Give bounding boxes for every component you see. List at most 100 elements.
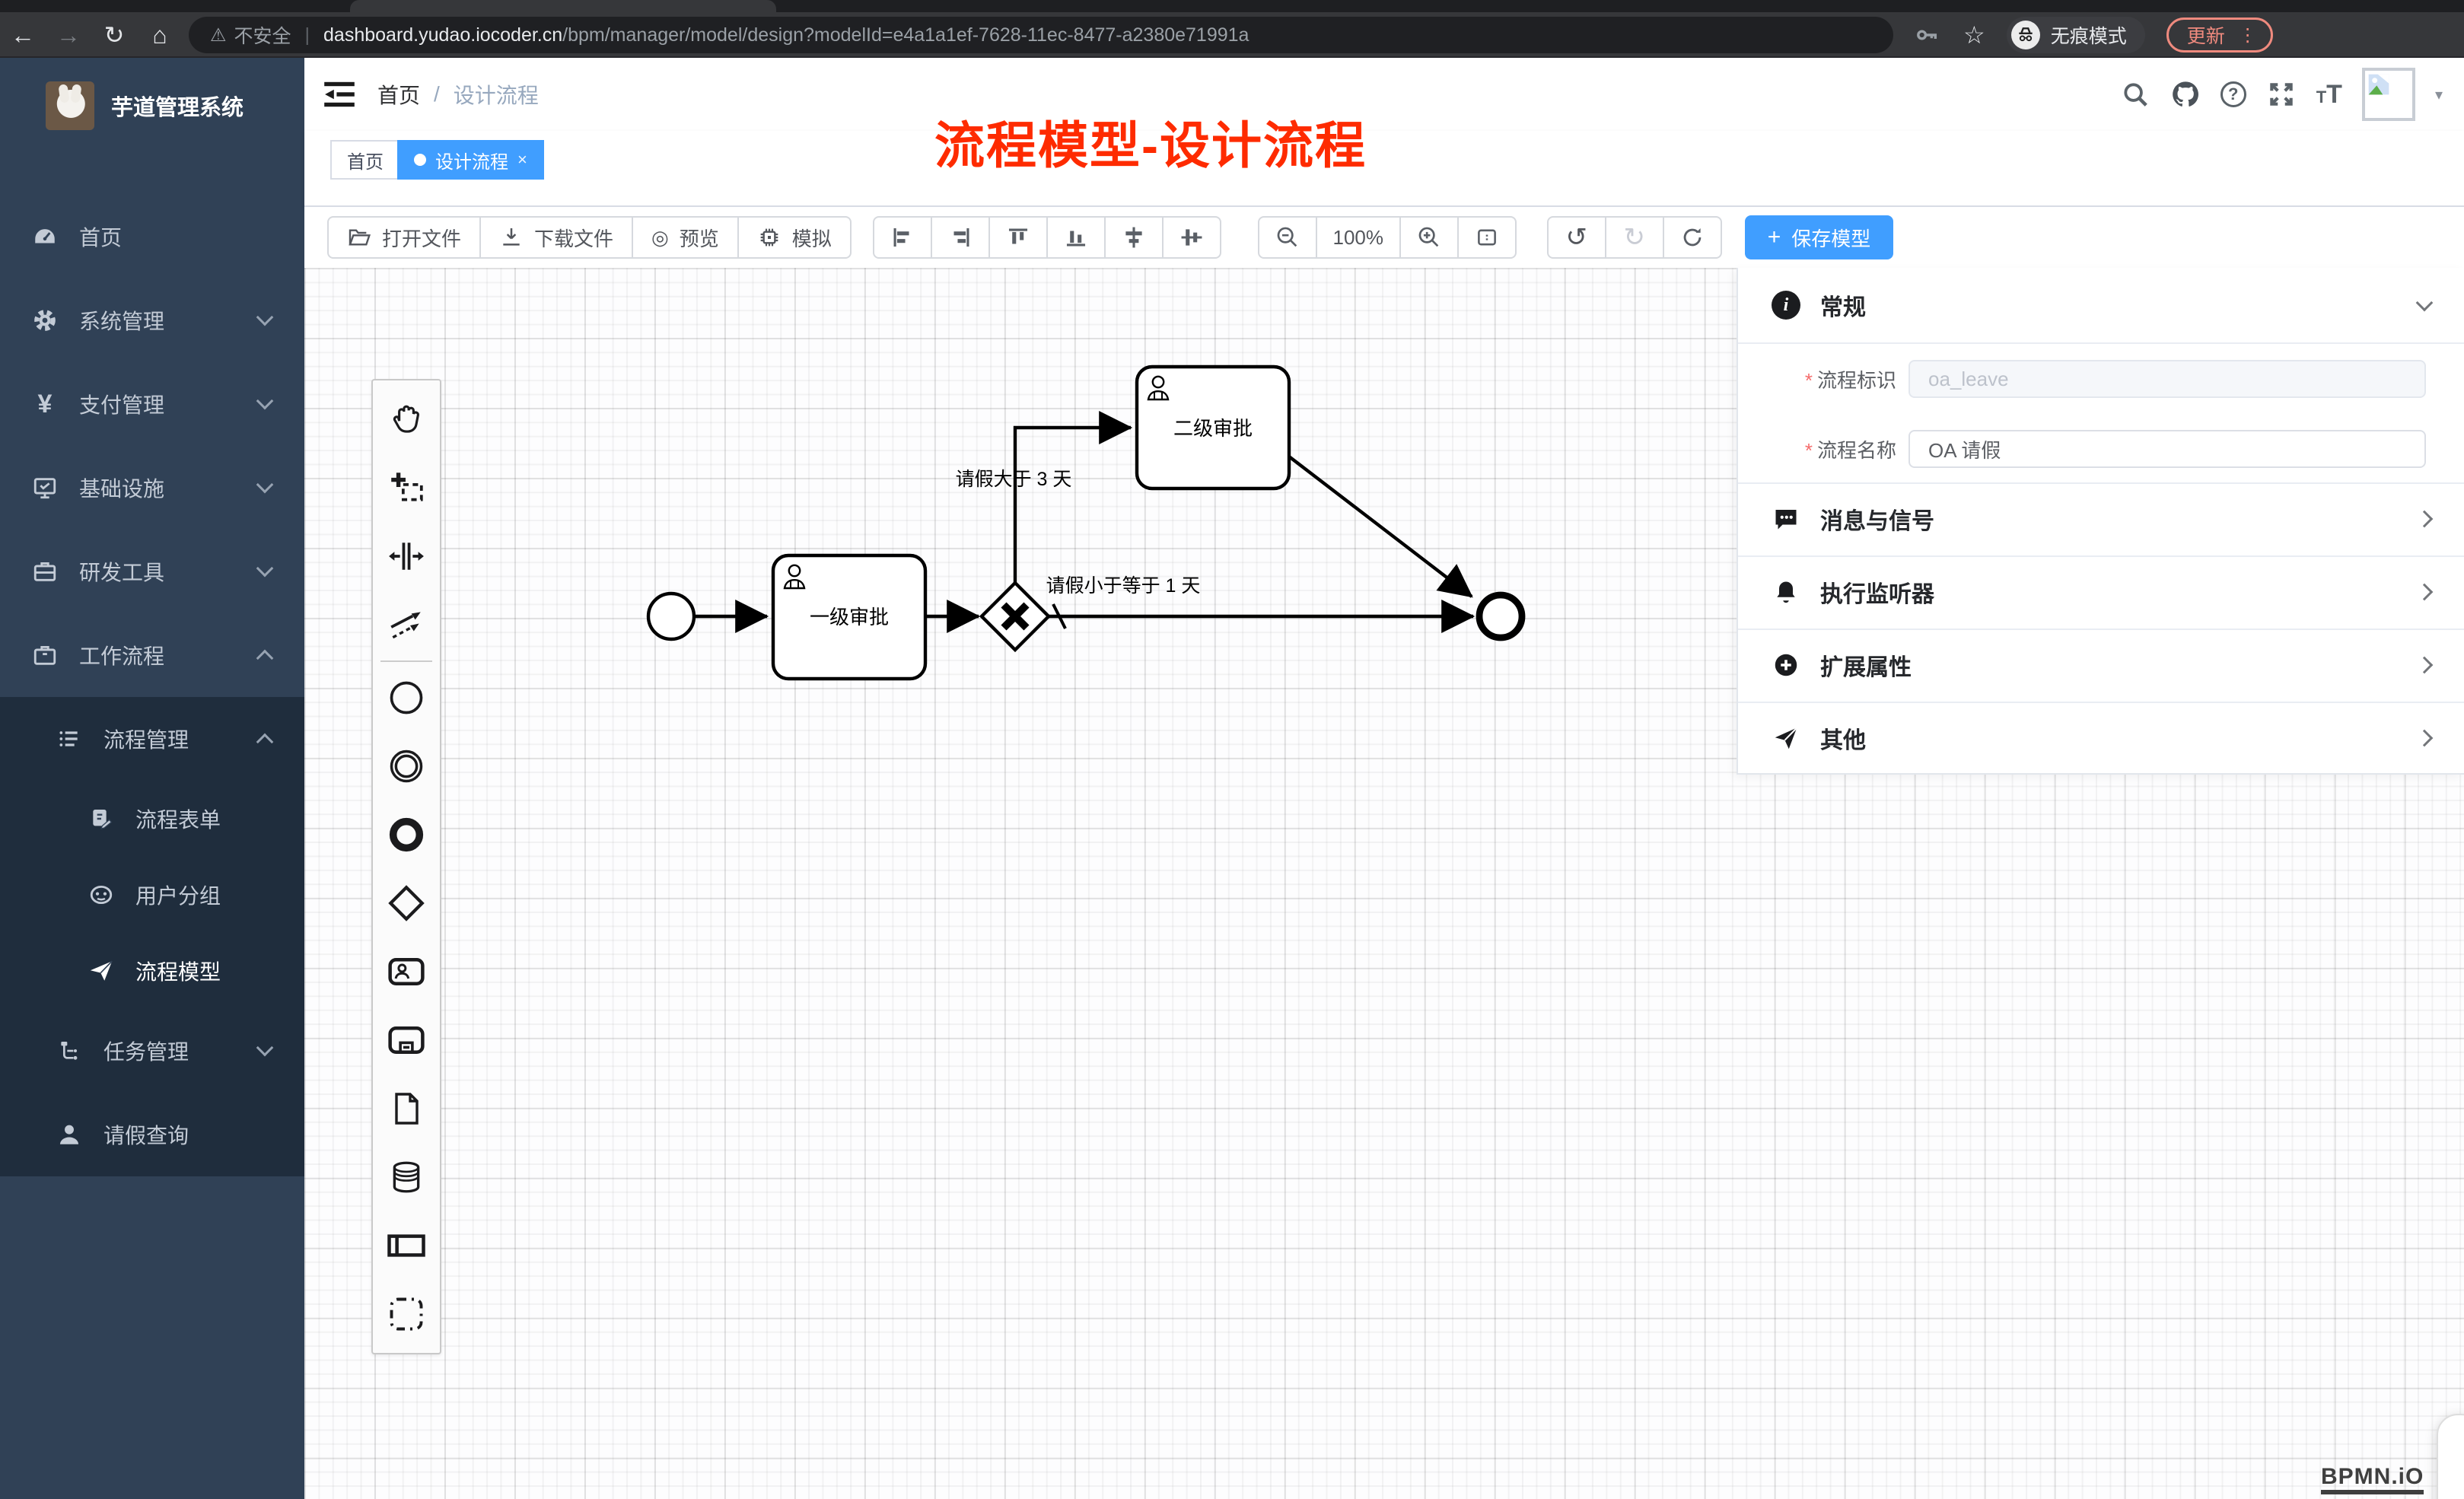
zoom-in-button[interactable] [1399, 216, 1459, 259]
user-task-level1[interactable]: 一级审批 [773, 555, 925, 679]
end-event[interactable] [1479, 595, 1522, 638]
sidebar-item-payment[interactable]: ¥ 支付管理 [0, 362, 304, 446]
browser-back-icon[interactable]: ← [0, 21, 46, 49]
sidebar-item-process-model[interactable]: 流程模型 [0, 933, 304, 1009]
align-top-button[interactable] [988, 216, 1048, 259]
process-name-input[interactable]: OA 请假 [1908, 430, 2426, 468]
search-icon[interactable] [2120, 79, 2150, 110]
flow-task2-to-end[interactable] [1289, 457, 1472, 597]
sidebar: 芋道管理系统 首页 系统管理 ¥ 支付管理 [0, 58, 304, 1499]
sidebar-item-devtools[interactable]: 研发工具 [0, 530, 304, 613]
yen-icon: ¥ [32, 391, 58, 417]
user-task-level2[interactable]: 二级审批 [1137, 367, 1289, 489]
align-right-button[interactable] [931, 216, 990, 259]
sidebar-item-label: 请假查询 [103, 1119, 304, 1150]
save-model-button[interactable]: + 保存模型 [1745, 215, 1894, 259]
sidebar-item-home[interactable]: 首页 [0, 195, 304, 278]
section-message-signal[interactable]: 消息与信号 [1738, 482, 2464, 555]
required-mark: * [1805, 369, 1813, 392]
chevron-right-icon [2416, 511, 2434, 528]
align-middle-vertical-button[interactable] [1162, 216, 1221, 259]
sidebar-item-infra[interactable]: 基础设施 [0, 446, 304, 530]
align-center-horizontal-button[interactable] [1104, 216, 1164, 259]
flow-gateway-to-task2[interactable] [1015, 428, 1131, 586]
section-general[interactable]: i 常规 [1738, 268, 2464, 342]
simulate-button[interactable]: 模拟 [737, 216, 852, 259]
sidebar-item-label: 支付管理 [79, 389, 304, 419]
tags-view-bar: 首页 设计流程 × [304, 131, 2464, 207]
sidebar-item-system[interactable]: 系统管理 [0, 278, 304, 362]
tab-label: 设计流程 [435, 147, 508, 173]
avatar-caret-icon[interactable]: ▾ [2435, 85, 2443, 104]
bpmn-io-logo[interactable]: BPMN.iO [2321, 1464, 2424, 1494]
screen: ← → ↻ ⌂ ⚠ 不安全 | dashboard.yudao.iocoder.… [0, 0, 2464, 1499]
sidebar-item-process-form[interactable]: 流程表单 [0, 781, 304, 857]
exclusive-gateway[interactable] [982, 583, 1049, 650]
restart-button[interactable] [1663, 216, 1722, 259]
start-event[interactable] [648, 594, 694, 639]
redo-button[interactable]: ↻ [1605, 216, 1664, 259]
zoom-out-button[interactable] [1258, 216, 1317, 259]
message-icon [1772, 504, 1800, 533]
info-icon: i [1772, 291, 1800, 320]
corner-widget[interactable] [2437, 1414, 2464, 1499]
sidebar-item-leave-query[interactable]: 请假查询 [0, 1093, 304, 1176]
tab-close-icon[interactable]: × [517, 150, 527, 170]
sidebar-item-user-group[interactable]: 用户分组 [0, 857, 304, 933]
github-icon[interactable] [2170, 79, 2201, 110]
bookmark-star-icon[interactable]: ☆ [1963, 21, 1985, 49]
sidebar-logo-row: 芋道管理系统 [0, 58, 304, 152]
sidebar-collapse-icon[interactable] [323, 81, 356, 108]
help-icon[interactable]: ? [2220, 81, 2246, 107]
sidebar-menu: 首页 系统管理 ¥ 支付管理 基础设施 [0, 195, 304, 1176]
align-left-button[interactable] [873, 216, 932, 259]
breadcrumb: 首页 / 设计流程 [377, 79, 539, 110]
breadcrumb-home[interactable]: 首页 [377, 79, 420, 110]
open-file-button[interactable]: 打开文件 [327, 216, 481, 259]
address-bar[interactable]: ⚠ 不安全 | dashboard.yudao.iocoder.cn/bpm/m… [189, 17, 1893, 53]
monitor-icon [32, 475, 58, 501]
zoom-reset-button[interactable] [1457, 216, 1517, 259]
browser-update-button[interactable]: 更新 ⋮ [2166, 18, 2273, 53]
chevron-right-icon [2416, 657, 2434, 674]
redo-icon: ↻ [1624, 222, 1646, 253]
tab-home[interactable]: 首页 [330, 140, 400, 180]
process-id-label: *流程标识 [1738, 365, 1896, 393]
section-extended-attrs[interactable]: 扩展属性 [1738, 629, 2464, 702]
browser-home-icon[interactable]: ⌂ [137, 21, 183, 49]
sidebar-item-task-mgmt[interactable]: 任务管理 [0, 1009, 304, 1093]
flow-label-gt3[interactable]: 请假大于 3 天 [956, 469, 1072, 490]
sidebar-item-label: 基础设施 [79, 473, 304, 503]
font-size-icon[interactable]: TT [2316, 80, 2342, 110]
send-icon [1772, 724, 1800, 753]
browser-reload-icon[interactable]: ↻ [91, 21, 137, 49]
browser-forward-icon[interactable]: → [46, 21, 91, 49]
browser-chrome: ← → ↻ ⌂ ⚠ 不安全 | dashboard.yudao.iocoder.… [0, 0, 2464, 58]
flow-label-le1[interactable]: 请假小于等于 1 天 [1046, 575, 1201, 597]
save-model-label: 保存模型 [1791, 224, 1870, 252]
fullscreen-icon[interactable] [2266, 79, 2297, 110]
password-key-icon[interactable] [1912, 20, 1942, 50]
tab-design-process[interactable]: 设计流程 × [397, 140, 544, 180]
sidebar-item-workflow[interactable]: 工作流程 [0, 613, 304, 697]
chrome-right-controls: ☆ 无痕模式 更新 ⋮ [1912, 17, 2273, 53]
sidebar-item-process-mgmt[interactable]: 流程管理 [0, 697, 304, 781]
preview-icon: ◎ [651, 226, 669, 250]
browser-active-tab[interactable] [350, 0, 776, 12]
process-id-input[interactable]: oa_leave [1908, 360, 2426, 398]
tab-label: 首页 [347, 147, 384, 173]
preview-button[interactable]: ◎ 预览 [632, 216, 739, 259]
browser-menu-kebab-icon[interactable]: ⋮ [2239, 24, 2257, 46]
section-execution-listener[interactable]: 执行监听器 [1738, 555, 2464, 629]
undo-button[interactable]: ↺ [1547, 216, 1606, 259]
avatar[interactable] [2362, 68, 2415, 121]
history-button-group: ↺ ↻ [1547, 216, 1722, 259]
align-bottom-button[interactable] [1046, 216, 1106, 259]
download-file-button[interactable]: 下载文件 [479, 216, 633, 259]
section-other[interactable]: 其他 [1738, 702, 2464, 775]
sidebar-item-label: 流程表单 [135, 804, 304, 834]
user-group-icon [88, 882, 114, 908]
not-secure-icon: ⚠ [210, 24, 227, 46]
properties-panel: i 常规 *流程标识 oa_leave *流程名称 OA 请假 消息与信号 [1737, 268, 2464, 775]
process-id-value: oa_leave [1928, 368, 2009, 391]
